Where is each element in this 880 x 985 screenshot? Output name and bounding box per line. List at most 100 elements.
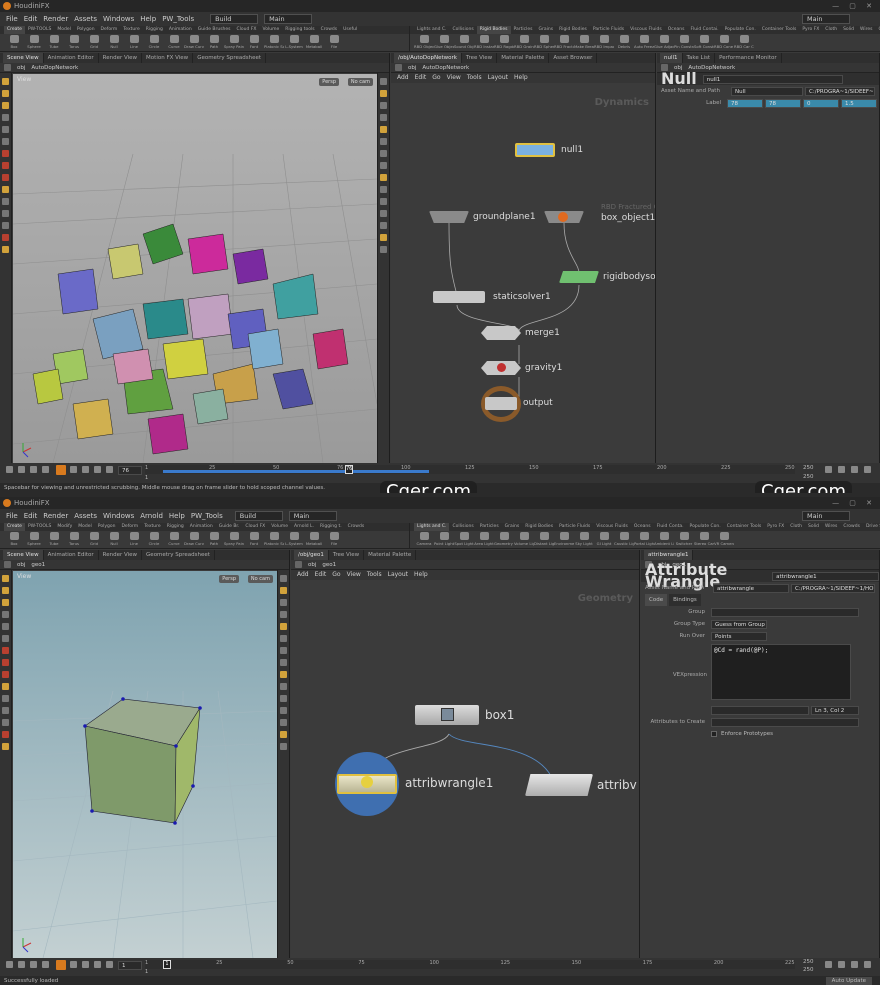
vertex-icon[interactable] <box>380 162 387 169</box>
stop-button[interactable] <box>56 960 66 970</box>
brush-tool-icon[interactable] <box>2 138 9 145</box>
shelf-tool-15[interactable]: VR Camera <box>714 531 734 548</box>
persp-menu[interactable]: Persp <box>219 575 239 583</box>
flipbook-icon[interactable] <box>2 707 9 714</box>
shelf-tab-5[interactable]: Deform <box>118 523 141 531</box>
shelf-tab-8[interactable]: Fluid Conta. <box>654 523 687 531</box>
shelf-tab-14[interactable]: Solid <box>840 26 857 34</box>
window-controls[interactable]: — ▢ ✕ <box>832 0 876 12</box>
shelf-tab-2[interactable]: Particles <box>477 523 502 531</box>
menu-windows[interactable]: Windows <box>103 509 134 523</box>
shading-icon[interactable] <box>280 599 287 606</box>
menu-pw-tools[interactable]: PW_Tools <box>191 509 223 523</box>
shelf-tab-0[interactable]: Lights and C. <box>414 26 449 34</box>
move-tool-icon[interactable] <box>2 90 9 97</box>
shelf-tool-5[interactable]: Null <box>104 34 124 51</box>
shelf-tab-11[interactable]: Rigging tools <box>282 26 317 34</box>
pane-tab-2[interactable]: Performance Monitor <box>715 53 782 63</box>
wrangle2-node-body[interactable] <box>525 774 593 796</box>
handle-tool-icon[interactable] <box>2 102 9 109</box>
path-geo[interactable]: geo1 <box>322 560 336 569</box>
shelf-tool-13[interactable]: Platonic Solids <box>264 531 284 548</box>
pane-tab-1[interactable]: Tree View <box>329 550 365 560</box>
shelf-tab-7[interactable]: Rigging <box>164 523 187 531</box>
step-forward-icon[interactable] <box>94 961 101 968</box>
shelf-tab-4[interactable]: Deform <box>98 26 121 34</box>
shelf-tab-0[interactable]: Create <box>4 26 25 34</box>
jump-start-icon[interactable] <box>6 466 13 473</box>
null-node-body[interactable] <box>515 143 555 157</box>
shelf-tool-2[interactable]: Spot Light <box>454 531 474 548</box>
shelf-tab-12[interactable]: Arnold L. <box>291 523 317 531</box>
pane-tab-2[interactable]: Material Palette <box>497 53 550 63</box>
visualizer-icon[interactable] <box>280 731 287 738</box>
network-menu-item-6[interactable]: Help <box>514 73 528 83</box>
auto-update-button[interactable]: Auto Update <box>825 977 872 985</box>
jump-start-icon[interactable] <box>6 961 13 968</box>
node-name-field[interactable]: null1 <box>702 74 843 84</box>
light-icon[interactable] <box>2 246 9 253</box>
shelf-tab-12[interactable]: Cloth <box>787 523 805 531</box>
lighting-icon[interactable] <box>380 126 387 133</box>
shelf-tab-8[interactable]: Oceans <box>665 26 688 34</box>
back-icon[interactable] <box>4 561 11 568</box>
back-icon[interactable] <box>395 64 402 71</box>
shelf-tool-14[interactable]: L-System <box>284 34 304 51</box>
pane-tab-3[interactable]: Asset Browser <box>549 53 598 63</box>
shelf-tab-13[interactable]: Useful <box>340 26 360 34</box>
network-menu-item-5[interactable]: Layout <box>488 73 508 83</box>
cam-menu[interactable]: No cam <box>347 78 373 86</box>
enforce-checkbox[interactable] <box>711 731 717 737</box>
shelf-tool-7[interactable]: Environment Light <box>554 531 574 548</box>
step-forward-icon[interactable] <box>94 466 101 473</box>
shelf-tab-4[interactable]: Polygon <box>95 523 119 531</box>
shelf-tab-4[interactable]: Grains <box>536 26 557 34</box>
shading-icon[interactable] <box>380 102 387 109</box>
shelf-tool-11[interactable]: Spray Paint <box>224 531 244 548</box>
asset-path[interactable]: C:/PROGRA~1/SIDEEF~1/HOUDIN~1.597/houdin… <box>791 583 875 593</box>
camera-icon[interactable] <box>2 719 9 726</box>
shelf-tab-15[interactable]: Crowds <box>840 523 863 531</box>
vex-code-editor[interactable]: @Cd = rand(@P); <box>711 644 851 700</box>
display-icon[interactable] <box>280 587 287 594</box>
shelf-tool-7[interactable]: Circle <box>144 531 164 548</box>
prev-key-icon[interactable] <box>30 466 37 473</box>
xray-icon[interactable] <box>380 210 387 217</box>
viewport-3d[interactable]: View Persp No cam <box>13 74 377 463</box>
pane-tab-0[interactable]: null1 <box>660 53 683 63</box>
lighting-icon[interactable] <box>280 623 287 630</box>
attr-create-field[interactable] <box>711 717 859 727</box>
shelf-tool-12[interactable]: Font <box>244 531 264 548</box>
shelf-tool-1[interactable]: Glue Object <box>434 34 454 51</box>
shelf-tool-11[interactable]: Portal Light <box>634 531 654 548</box>
bbox-icon[interactable] <box>280 683 287 690</box>
shelf-tool-13[interactable]: Switcher <box>674 531 694 548</box>
shelf-tool-6[interactable]: Distant Light <box>534 531 554 548</box>
play-reverse-icon[interactable] <box>42 961 49 968</box>
playhead[interactable]: 76 <box>345 465 353 474</box>
path-obj[interactable]: obj <box>17 560 25 569</box>
shelf-tab-0[interactable]: Create <box>4 523 25 531</box>
shelf-tab-10[interactable]: Cloud FX <box>242 523 268 531</box>
shelf-tab-1[interactable]: PW-TOOLS <box>25 26 54 34</box>
label-value-1[interactable]: 78 <box>765 98 801 108</box>
shelf-tool-12[interactable]: Glue Adjacent <box>654 34 674 51</box>
pin-icon[interactable] <box>2 683 9 690</box>
shelf-tab-11[interactable]: Pyro FX <box>764 523 787 531</box>
shelf-tool-16[interactable]: File <box>324 34 344 51</box>
shelf-tool-11[interactable]: Auto Freeze <box>634 34 654 51</box>
shelf-tool-4[interactable]: Grid <box>84 34 104 51</box>
pose-tool-icon[interactable] <box>2 126 9 133</box>
camera-icon[interactable] <box>2 222 9 229</box>
select-tool-icon[interactable] <box>2 575 9 582</box>
backface-icon[interactable] <box>280 671 287 678</box>
shelf-tab-5[interactable]: Texture <box>120 26 142 34</box>
shelf-tab-3[interactable]: Polygon <box>74 26 98 34</box>
jump-end-icon[interactable] <box>106 961 113 968</box>
menu-help[interactable]: Help <box>169 509 185 523</box>
desktop-dropdown[interactable]: Build <box>210 14 259 24</box>
path-obj[interactable]: obj <box>408 63 416 72</box>
shelf-tool-0[interactable]: RBD Objects <box>414 34 434 51</box>
next-key-icon[interactable] <box>82 961 89 968</box>
shelf-tab-12[interactable]: Pyro FX <box>799 26 822 34</box>
